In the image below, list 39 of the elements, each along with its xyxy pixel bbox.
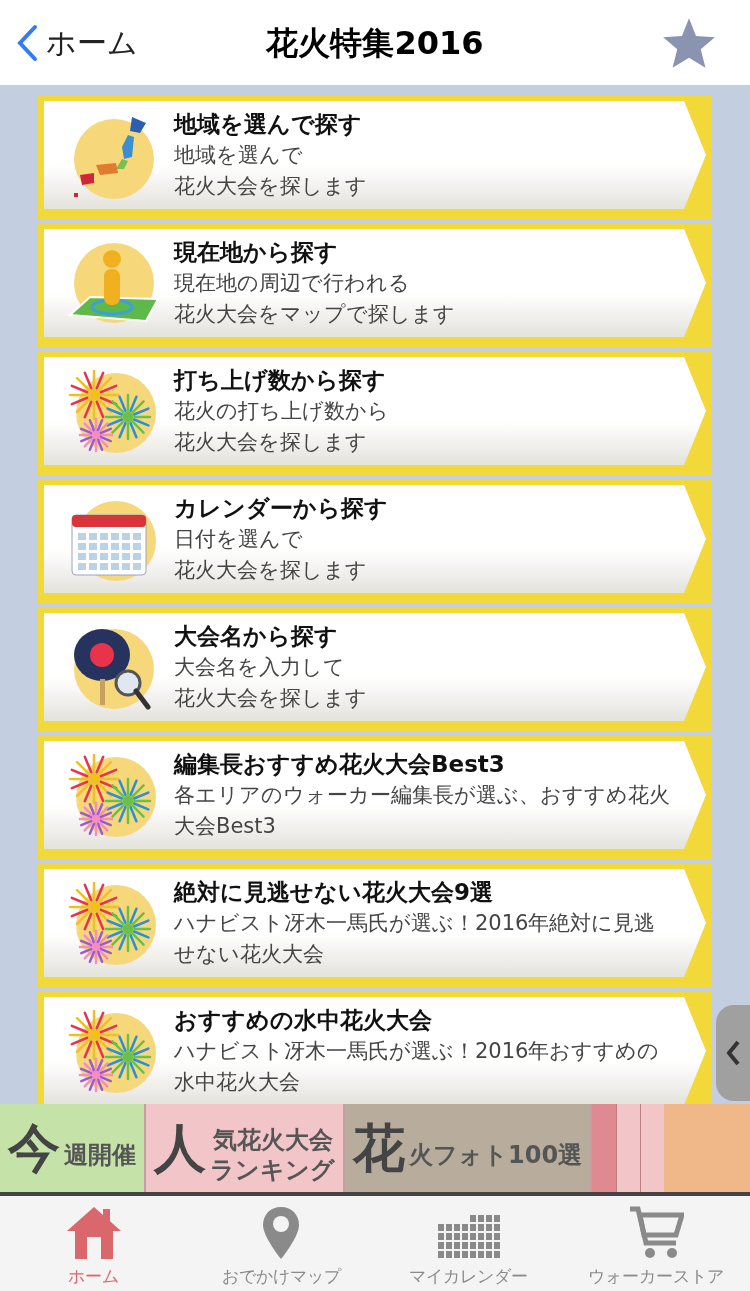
card-description: 花火大会を探します [174, 557, 368, 584]
card-description: 日付を選んで [174, 526, 304, 553]
card-title: 地域を選んで探す [174, 110, 363, 139]
menu-card[interactable]: 編集長おすすめ花火大会Best3 各エリアのウォーカー編集長が選ぶ、おすすめ花火大会Best3 [38, 735, 712, 859]
menu-card[interactable]: 現在地から探す 現在地の周辺で行われる 花火大会をマップで探します [38, 223, 712, 347]
cart-icon [628, 1205, 685, 1261]
card-description: 各エリアのウォーカー編集長が選ぶ、おすすめ花火大会Best3 [174, 782, 671, 840]
card-title: 編集長おすすめ花火大会Best3 [174, 750, 506, 779]
card-title: カレンダーから探す [174, 494, 388, 523]
calendar-grid-icon [437, 1215, 500, 1261]
side-drawer-handle[interactable] [716, 1005, 750, 1101]
back-button[interactable]: ホーム [16, 20, 138, 65]
card-description: ハナビスト冴木一馬氏が選ぶ！2016年絶対に見逃せない花火大会 [174, 910, 657, 968]
card-description: 花火大会をマップで探します [174, 301, 455, 328]
card-title: 絶対に見逃せない花火大会9選 [174, 878, 494, 907]
card-description: 花火大会を探します [174, 685, 367, 712]
card-title: 大会名から探す [174, 622, 339, 651]
card-title: おすすめの水中花火大会 [174, 1006, 433, 1035]
menu-card[interactable]: 大会名から探す 大会名を入力して 花火大会を探します [38, 607, 712, 731]
menu-card[interactable]: おすすめの水中花火大会 ハナビスト冴木一馬氏が選ぶ！2016年おすすめの水中花火大会 [38, 991, 712, 1104]
left-chevron-icon [726, 1040, 740, 1066]
feature-banner[interactable]: 今週開催 [0, 1104, 146, 1192]
page-title: 花火特集2016 [266, 22, 484, 64]
card-description: 花火の打ち上げ数から [174, 398, 389, 425]
menu-card[interactable]: 打ち上げ数から探す 花火の打ち上げ数から 花火大会を探します [38, 351, 712, 475]
menu-card[interactable]: 地域を選んで探す 地域を選んで 花火大会を探します [38, 95, 712, 219]
card-description: 大会名を入力して [174, 654, 346, 681]
card-title: 現在地から探す [174, 238, 339, 267]
card-description: 花火大会を探します [174, 173, 367, 200]
card-description: 地域を選んで [174, 142, 304, 169]
feature-banner[interactable]: 花火フォト100選 [345, 1104, 593, 1192]
menu-card[interactable]: カレンダーから探す 日付を選んで 花火大会を探します [38, 479, 712, 603]
back-chevron-icon [16, 23, 38, 62]
card-description: 花火大会を探します [174, 429, 368, 456]
card-description: ハナビスト冴木一馬氏が選ぶ！2016年おすすめの水中花火大会 [174, 1038, 661, 1096]
menu-card[interactable]: 絶対に見逃せない花火大会9選 ハナビスト冴木一馬氏が選ぶ！2016年絶対に見逃せない花火大会 [38, 863, 712, 987]
card-title: 打ち上げ数から探す [174, 366, 387, 395]
map-pin-icon [261, 1205, 302, 1261]
card-description: 現在地の周辺で行われる [174, 270, 411, 297]
